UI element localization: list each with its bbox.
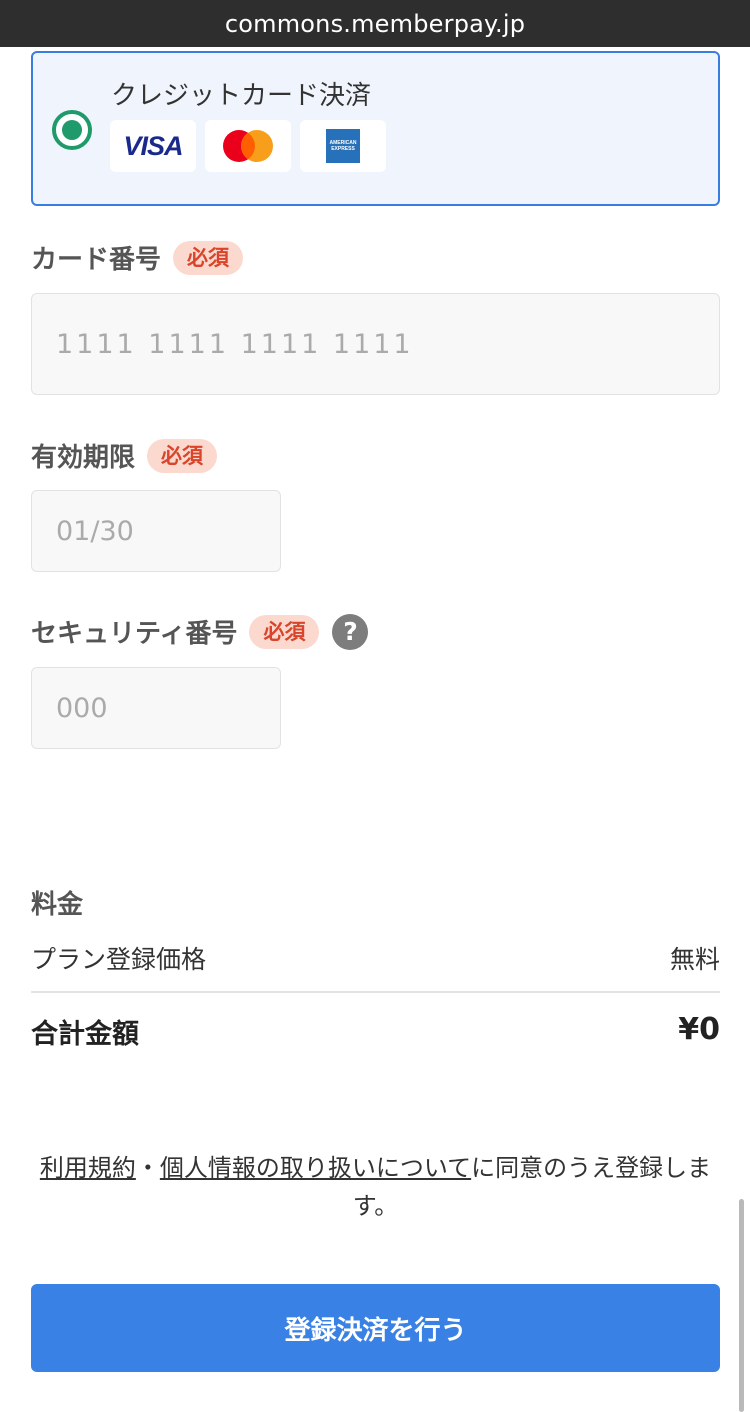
- visa-logo-text: VISA: [123, 130, 183, 161]
- mastercard-icon: [205, 120, 291, 172]
- payment-option-credit-card[interactable]: クレジットカード決済 VISA AMERICAN EXPRESS: [31, 51, 720, 206]
- required-badge: 必須: [173, 240, 244, 275]
- expiry-label: 有効期限 必須: [31, 437, 218, 474]
- card-number-input[interactable]: [31, 293, 720, 395]
- expiry-input[interactable]: [31, 490, 281, 572]
- pricing-title: 料金: [31, 890, 84, 920]
- checkout-form: クレジットカード決済 VISA AMERICAN EXPRESS カード番号 必…: [0, 47, 750, 1412]
- help-icon[interactable]: ?: [332, 613, 369, 650]
- amex-icon: AMERICAN EXPRESS: [300, 120, 386, 172]
- visa-logo: VISA: [110, 120, 196, 172]
- radio-selected-dot: [62, 120, 82, 140]
- security-code-label: セキュリティ番号 必須 ?: [31, 613, 369, 650]
- plan-price-row: プラン登録価格 無料: [31, 940, 720, 976]
- consent-text: 利用規約・個人情報の取り扱いについてに同意のうえ登録します。: [31, 1149, 720, 1225]
- total-price-value: ¥0: [678, 1012, 720, 1047]
- browser-url-bar[interactable]: commons.memberpay.jp: [0, 0, 750, 47]
- credit-card-radio[interactable]: [52, 110, 92, 150]
- payment-option-label: クレジットカード決済: [111, 81, 372, 111]
- plan-price-value: 無料: [669, 945, 720, 974]
- terms-link[interactable]: 利用規約: [40, 1154, 136, 1182]
- required-badge: 必須: [249, 614, 320, 649]
- security-code-label-text: セキュリティ番号: [31, 619, 238, 649]
- pricing-divider: [31, 991, 720, 993]
- security-code-input[interactable]: [31, 667, 281, 749]
- expiry-label-text: 有効期限: [31, 443, 136, 473]
- total-price-row: 合計金額 ¥0: [31, 1012, 720, 1051]
- total-price-label: 合計金額: [31, 1019, 139, 1050]
- consent-separator: ・: [135, 1154, 160, 1182]
- submit-payment-button[interactable]: 登録決済を行う: [31, 1284, 720, 1372]
- privacy-link[interactable]: 個人情報の取り扱いについて: [160, 1154, 471, 1182]
- card-number-label: カード番号 必須: [31, 239, 244, 276]
- card-number-label-text: カード番号: [31, 245, 162, 275]
- amex-logo-text: AMERICAN EXPRESS: [326, 129, 360, 163]
- url-text: commons.memberpay.jp: [224, 9, 526, 38]
- required-badge: 必須: [147, 438, 218, 473]
- plan-price-label: プラン登録価格: [31, 945, 207, 974]
- scrollbar[interactable]: [739, 1199, 744, 1412]
